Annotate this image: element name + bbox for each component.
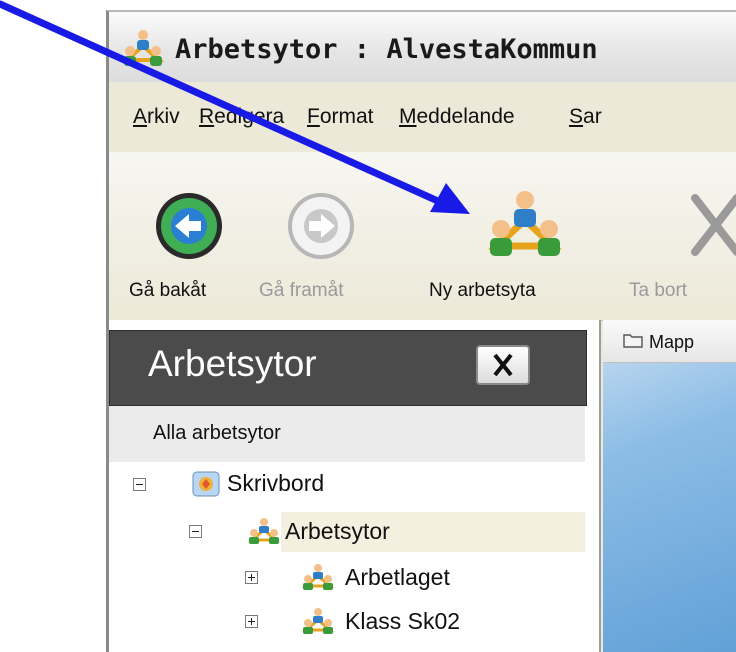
tree-item-arbetlaget[interactable]: Arbetlaget — [109, 558, 585, 596]
panel-header: Arbetsytor — [109, 330, 587, 406]
content-pane: Mapp — [603, 320, 736, 652]
menu-arkiv[interactable]: Arkiv — [133, 105, 180, 129]
collapse-toggle[interactable] — [133, 478, 146, 491]
workspace-people-icon — [301, 608, 335, 634]
new-workspace-label: Ny arbetsyta — [429, 280, 536, 301]
menu-sa[interactable]: Sar — [569, 105, 602, 129]
tab-label: Mapp — [649, 332, 695, 352]
workspace-people-icon — [488, 191, 562, 256]
workspace-people-icon — [121, 30, 165, 66]
workspace-people-icon — [301, 564, 335, 590]
tree-item-skrivbord[interactable]: Skrivbord — [109, 466, 585, 504]
panel-title: Arbetsytor — [148, 343, 317, 384]
expand-toggle[interactable] — [245, 615, 258, 628]
close-icon — [493, 353, 513, 377]
panel-close-button[interactable] — [476, 345, 530, 385]
tree-item-arbetsytor[interactable]: Arbetsytor — [109, 512, 585, 552]
delete-x-icon — [691, 194, 736, 256]
menu-meddelande[interactable]: Meddelande — [399, 105, 515, 129]
tree-item-label: Arbetlaget — [345, 564, 450, 590]
tree-item-label: Arbetsytor — [285, 518, 390, 544]
back-button[interactable]: Gå bakåt — [109, 152, 229, 320]
tree-item-klass-sk02[interactable]: Klass Sk02 — [109, 602, 585, 640]
folder-icon — [623, 334, 643, 348]
all-workspaces-item[interactable]: Alla arbetsytor — [109, 406, 585, 462]
application-window: Arbetsytor : AlvestaKommun Arkiv Rediger… — [106, 10, 736, 652]
toolbar: Gå bakåt Gå framåt Ny arbetsyta Ta bort — [109, 152, 736, 321]
tree-item-label: Skrivbord — [227, 470, 325, 496]
delete-button[interactable]: Ta bort — [629, 152, 736, 320]
forward-button[interactable]: Gå framåt — [259, 152, 389, 320]
menu-format[interactable]: Format — [307, 105, 374, 129]
workspaces-panel: Arbetsytor Alla arbetsytor Skrivbord Arb… — [109, 320, 601, 652]
forward-label: Gå framåt — [259, 280, 344, 301]
back-label: Gå bakåt — [129, 280, 207, 301]
menu-bar: Arkiv Redigera Format Meddelande Sar — [109, 82, 736, 153]
desktop-icon — [192, 471, 220, 497]
collapse-toggle[interactable] — [189, 525, 202, 538]
new-workspace-button[interactable]: Ny arbetsyta — [419, 152, 579, 320]
menu-redigera[interactable]: Redigera — [199, 105, 284, 129]
title-bar[interactable]: Arbetsytor : AlvestaKommun — [109, 12, 736, 83]
expand-toggle[interactable] — [245, 571, 258, 584]
back-arrow-icon — [156, 193, 222, 259]
delete-label: Ta bort — [629, 280, 688, 301]
all-workspaces-label: Alla arbetsytor — [153, 422, 281, 444]
forward-arrow-icon — [288, 193, 354, 259]
window-title: Arbetsytor : AlvestaKommun — [175, 34, 598, 65]
workspace-people-icon — [247, 518, 281, 544]
tab-mapp[interactable]: Mapp — [603, 320, 736, 363]
